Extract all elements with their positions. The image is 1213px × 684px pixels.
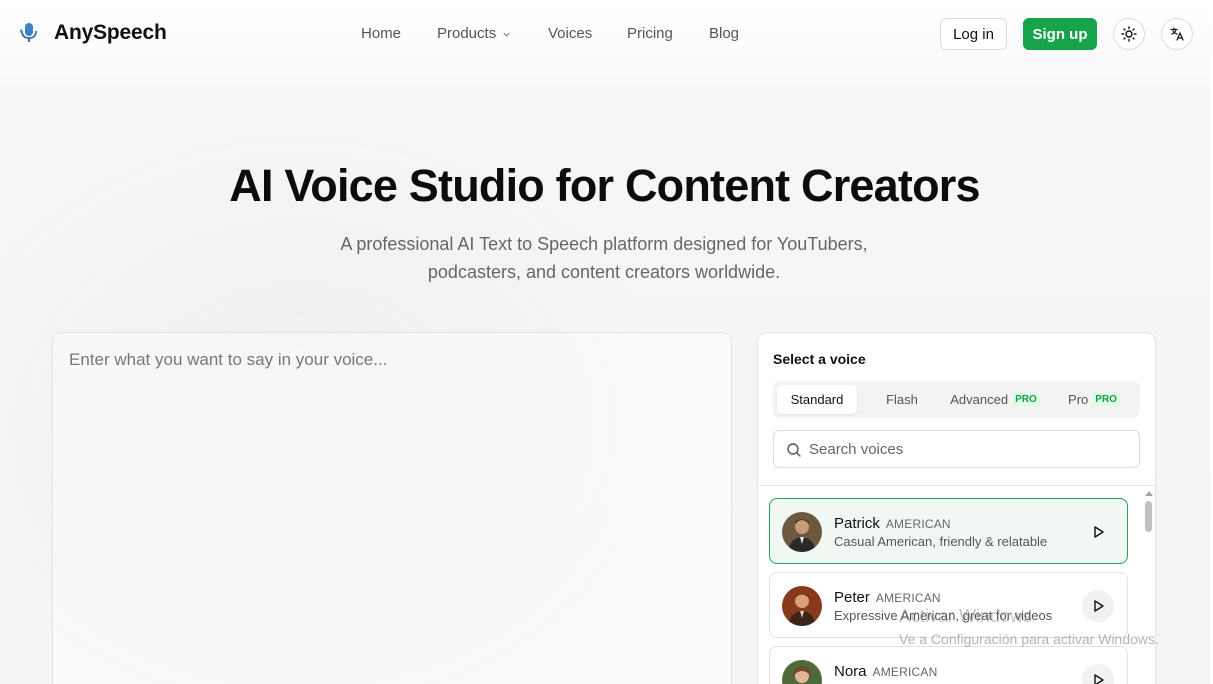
play-icon (1094, 526, 1104, 538)
nav-blog[interactable]: Blog (709, 24, 739, 44)
nav-voices[interactable]: Voices (548, 24, 592, 44)
signup-button[interactable]: Sign up (1023, 18, 1097, 50)
tab-label: Advanced (950, 392, 1009, 407)
tab-label: Pro (1068, 392, 1089, 407)
voice-accent: AMERICAN (885, 517, 951, 531)
text-editor-card (52, 332, 732, 684)
hero-subtitle: A professional AI Text to Speech platfor… (340, 234, 868, 282)
hero-title: AI Voice Studio for Content Creators (229, 160, 980, 211)
voice-name-row: Patrick AMERICAN (834, 515, 951, 532)
search-input[interactable] (809, 431, 1129, 467)
tab-standard[interactable]: Standard (777, 385, 857, 414)
voice-name: Peter (834, 589, 870, 606)
windows-activation-title: Activar Windows (899, 606, 1033, 626)
voice-list-scrollbar[interactable] (1143, 486, 1155, 684)
translate-icon (1170, 27, 1184, 41)
voice-name-row: Peter AMERICAN (834, 589, 941, 606)
voice-card-peter[interactable]: Peter AMERICAN Expressive American, great… (769, 572, 1128, 638)
voice-accent: AMERICAN (875, 591, 941, 605)
brand-logo[interactable]: AnySpeech (19, 21, 167, 45)
play-button[interactable] (1082, 516, 1114, 548)
panel-title: Select a voice (773, 351, 866, 367)
pro-badge: PRO (1012, 393, 1040, 406)
avatar (782, 660, 822, 684)
voice-card-nora[interactable]: Nora AMERICAN (769, 646, 1128, 684)
scrollbar-thumb[interactable] (1145, 501, 1152, 532)
voice-list: Patrick AMERICAN Casual American, friendl… (758, 486, 1155, 684)
nav-pricing[interactable]: Pricing (627, 24, 673, 44)
tab-advanced[interactable]: Advanced PRO (943, 385, 1047, 414)
chevron-down-icon (503, 32, 510, 37)
nav-home[interactable]: Home (361, 24, 401, 44)
site-header: AnySpeech Home Products Voices Pricing B… (0, 0, 1213, 68)
play-button[interactable] (1082, 590, 1114, 622)
avatar (782, 512, 822, 552)
tab-label: Flash (886, 392, 918, 407)
voice-name-row: Nora AMERICAN (834, 663, 937, 680)
play-button[interactable] (1082, 664, 1114, 684)
voice-tabs: Standard Flash Advanced PRO Pro PRO (773, 381, 1140, 418)
nav-products[interactable]: Products (437, 24, 511, 44)
nav-products-label: Products (437, 25, 497, 42)
sun-icon (1121, 26, 1137, 42)
voice-accent: AMERICAN (872, 665, 938, 679)
tab-flash[interactable]: Flash (873, 385, 931, 414)
brand-name: AnySpeech (54, 21, 167, 44)
language-button[interactable] (1161, 18, 1193, 50)
play-icon (1094, 600, 1104, 612)
voice-search (773, 430, 1140, 468)
scroll-up-arrow-icon[interactable] (1145, 490, 1153, 496)
pro-badge: PRO (1092, 393, 1120, 406)
login-button[interactable]: Log in (940, 18, 1007, 50)
text-input[interactable] (53, 333, 731, 684)
tab-pro[interactable]: Pro PRO (1059, 385, 1129, 414)
voice-name: Patrick (834, 515, 880, 532)
voice-card-patrick[interactable]: Patrick AMERICAN Casual American, friendl… (769, 498, 1128, 564)
avatar (782, 586, 822, 626)
search-icon (787, 443, 801, 457)
theme-toggle-button[interactable] (1113, 18, 1145, 50)
windows-activation-subtitle: Ve a Configuración para activar Windows. (899, 631, 1159, 647)
play-icon (1094, 674, 1104, 684)
tab-label: Standard (790, 392, 844, 407)
voice-name: Nora (834, 663, 867, 680)
microphone-icon (20, 23, 37, 42)
voice-description: Casual American, friendly & relatable (834, 534, 1048, 549)
